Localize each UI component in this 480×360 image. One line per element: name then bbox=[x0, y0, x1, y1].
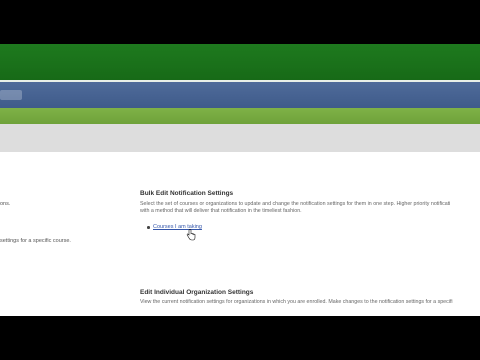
left-text-fragment: ons. bbox=[0, 201, 11, 207]
hand-pointer-icon bbox=[186, 229, 196, 241]
left-column: ons. settings for a specific course. bbox=[0, 152, 135, 316]
main-navigation-bar[interactable] bbox=[0, 82, 480, 108]
letterbox-bottom bbox=[0, 316, 480, 360]
bulk-edit-description: Select the set of courses or organizatio… bbox=[140, 201, 451, 207]
site-banner bbox=[0, 44, 480, 80]
nav-tab-partial[interactable] bbox=[0, 90, 22, 100]
individual-org-description: View the current notification settings f… bbox=[140, 299, 453, 305]
page-toolbar bbox=[0, 124, 480, 153]
right-column: Bulk Edit Notification Settings Select t… bbox=[140, 152, 480, 316]
left-text-fragment: settings for a specific course. bbox=[0, 238, 71, 244]
bulk-edit-heading: Bulk Edit Notification Settings bbox=[140, 190, 234, 197]
main-content: ons. settings for a specific course. Bul… bbox=[0, 152, 480, 316]
letterbox-top bbox=[0, 0, 480, 44]
individual-org-heading: Edit Individual Organization Settings bbox=[140, 289, 254, 296]
bulk-edit-description: with a method that will deliver that not… bbox=[140, 208, 302, 214]
browser-viewport: ons. settings for a specific course. Bul… bbox=[0, 44, 480, 316]
video-frame: ons. settings for a specific course. Bul… bbox=[0, 0, 480, 360]
sub-navigation-bar[interactable] bbox=[0, 108, 480, 124]
